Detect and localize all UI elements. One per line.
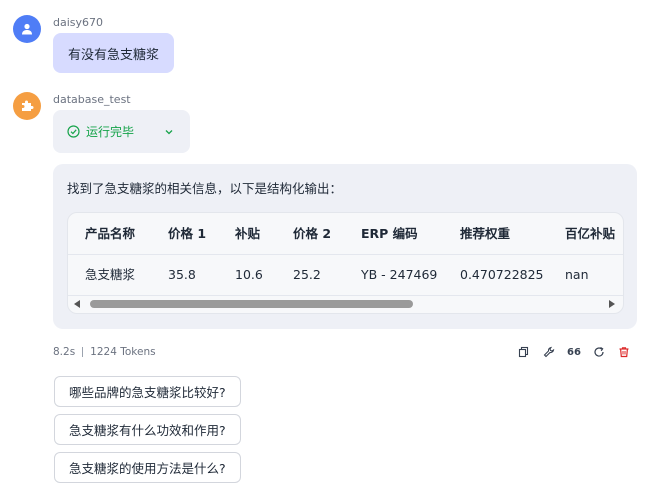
user-icon: [22, 23, 32, 35]
table-header-row: 产品名称 价格 1 补贴 价格 2 ERP 编码 推荐权重 百亿补贴: [68, 213, 623, 255]
regenerate-button[interactable]: [592, 345, 606, 359]
answer-card: 找到了急支糖浆的相关信息，以下是结构化输出： 产品名称 价格 1 补贴 价格 2…: [53, 164, 637, 329]
scrollbar-thumb[interactable]: [90, 300, 413, 308]
table-header-cell: 推荐权重: [460, 226, 511, 241]
table-header-cell: 百亿补贴: [565, 226, 616, 241]
bot-avatar: [13, 92, 41, 120]
table-header-cell: 补贴: [235, 226, 261, 241]
suggestion-button[interactable]: 急支糖浆有什么功效和作用?: [54, 414, 241, 445]
response-meta: 8.2s 1224 Tokens: [53, 346, 156, 358]
delete-button[interactable]: [617, 345, 631, 359]
check-circle-icon: [67, 125, 80, 138]
scroll-right-icon[interactable]: [609, 300, 615, 308]
message-actions: 66: [517, 345, 631, 359]
user-name: daisy670: [53, 16, 104, 29]
user-avatar: [13, 15, 41, 43]
chevron-down-icon[interactable]: [164, 127, 174, 137]
horizontal-scrollbar[interactable]: [68, 295, 623, 313]
answer-intro: 找到了急支糖浆的相关信息，以下是结构化输出：: [67, 181, 343, 196]
token-count: 1224 Tokens: [90, 346, 156, 358]
response-time: 8.2s: [53, 346, 76, 358]
result-table: 产品名称 价格 1 补贴 价格 2 ERP 编码 推荐权重 百亿补贴 急支糖浆 …: [67, 212, 624, 314]
refresh-icon: [594, 346, 604, 357]
table-cell: 25.2: [293, 267, 321, 282]
suggestion-button[interactable]: 急支糖浆的使用方法是什么?: [54, 452, 241, 483]
copy-button[interactable]: [517, 345, 531, 359]
table-row: 急支糖浆 35.8 10.6 25.2 YB - 247469 0.470722…: [68, 254, 623, 296]
run-status-label: 运行完毕: [86, 125, 135, 139]
table-header-cell: ERP 编码: [361, 226, 418, 241]
tools-button[interactable]: [542, 345, 556, 359]
trash-icon: [619, 347, 629, 358]
bot-name: database_test: [53, 93, 131, 106]
quote-button[interactable]: 66: [567, 345, 581, 359]
table-header-cell: 价格 1: [168, 226, 207, 241]
table-cell: 10.6: [235, 267, 263, 282]
table-header-cell: 产品名称: [85, 226, 136, 241]
wrench-icon: [543, 346, 555, 358]
meta-divider: [82, 347, 84, 357]
table-cell: 35.8: [168, 267, 196, 282]
table-header-cell: 价格 2: [293, 226, 332, 241]
table-cell: 0.470722825: [460, 267, 544, 282]
quote-icon: 66: [567, 346, 581, 358]
run-status-toggle[interactable]: 运行完毕: [53, 110, 190, 153]
table-cell: 急支糖浆: [85, 267, 136, 282]
table-cell: nan: [565, 267, 589, 282]
suggestion-button[interactable]: 哪些品牌的急支糖浆比较好?: [54, 376, 241, 407]
user-message: 有没有急支糖浆: [53, 33, 175, 73]
scroll-left-icon[interactable]: [74, 300, 80, 308]
table-cell: YB - 247469: [361, 267, 438, 282]
puzzle-icon: [22, 100, 34, 111]
copy-icon: [518, 346, 529, 358]
